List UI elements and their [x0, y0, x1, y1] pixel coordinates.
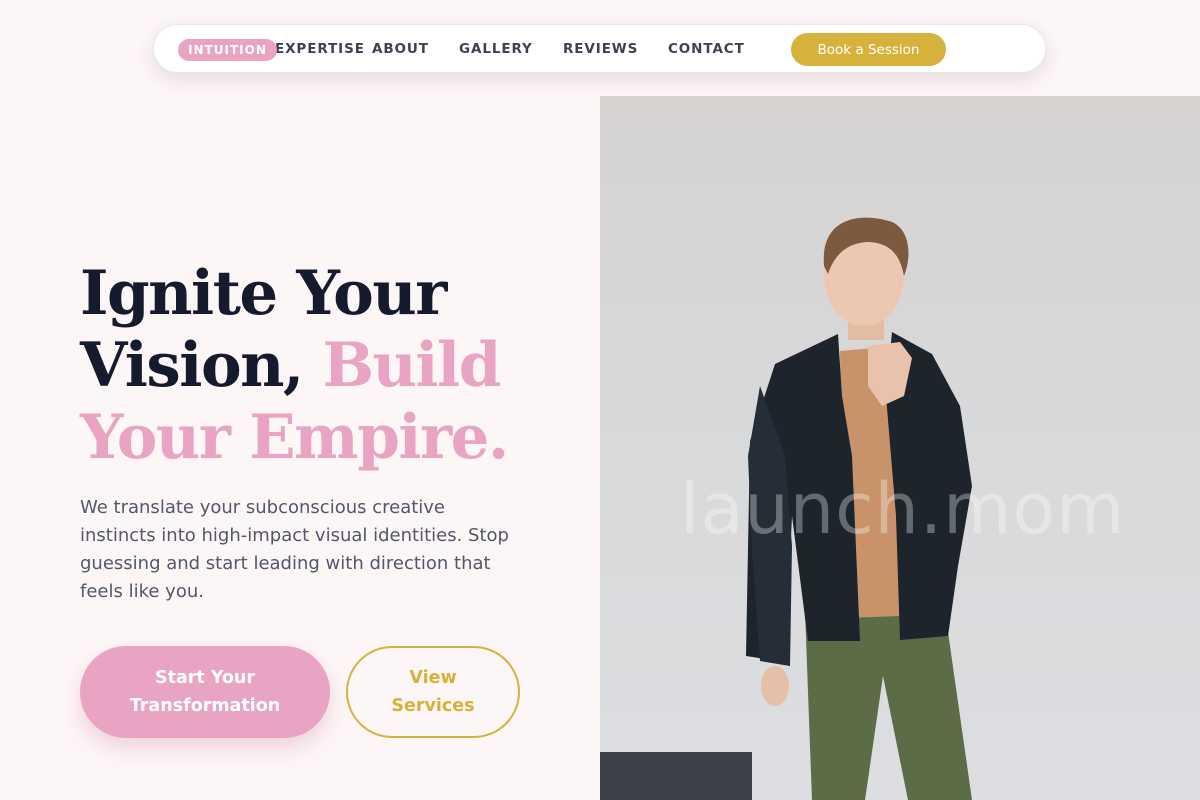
headline-line-2-pink: Build [322, 330, 501, 401]
start-transformation-label: Start Your Transformation [129, 668, 281, 716]
nav-link-contact[interactable]: CONTACT [668, 41, 745, 57]
hero-headline: Ignite Your Vision, Build Your Empire. [80, 258, 509, 474]
view-services-button[interactable]: View Services [346, 646, 520, 738]
hand-left [761, 666, 789, 706]
book-session-button[interactable]: Book a Session [791, 33, 946, 66]
nav-link-expertise[interactable]: EXPERTISE [275, 41, 365, 57]
headline-line-3-pink: Your Empire. [80, 402, 509, 473]
headline-line-2-dark: Vision, [80, 330, 304, 401]
hero-photo: launch.mom [600, 96, 1200, 800]
watermark-text: launch.mom [680, 468, 1126, 550]
top-nav: EXPERTISE ABOUT GALLERY REVIEWS CONTACT … [153, 24, 1046, 73]
nav-link-intuition[interactable]: INTUITION [178, 39, 277, 61]
nav-link-about[interactable]: ABOUT [372, 41, 429, 57]
view-services-label: View Services [391, 668, 475, 716]
hero-subtext: We translate your subconscious creative … [80, 497, 509, 602]
model-illustration [600, 217, 972, 800]
headline-line-1: Ignite Your [80, 258, 447, 329]
nav-link-reviews[interactable]: REVIEWS [563, 41, 638, 57]
floor-block [600, 752, 752, 800]
nav-link-gallery[interactable]: GALLERY [459, 41, 533, 57]
start-transformation-button[interactable]: Start Your Transformation [80, 646, 330, 738]
